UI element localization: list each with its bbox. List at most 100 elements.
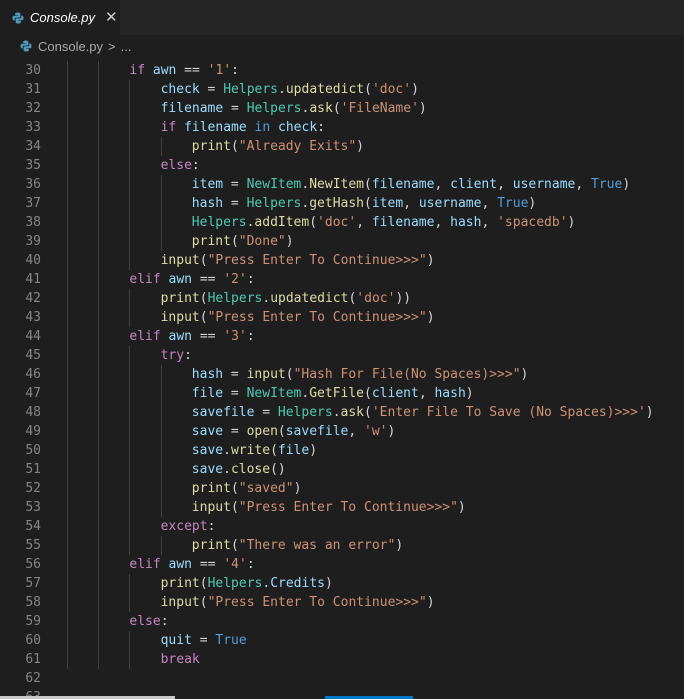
code-token: getHash xyxy=(309,196,365,211)
code-token: ( xyxy=(332,101,341,116)
code-token: input xyxy=(160,310,200,325)
code-token: awn xyxy=(168,329,193,344)
code-line[interactable]: 57 print(Helpers.Credits) xyxy=(0,574,684,593)
code-line[interactable]: 58 input("Press Enter To Continue>>>") xyxy=(0,593,684,612)
indent-guide xyxy=(129,194,131,213)
code-line[interactable]: 61 break xyxy=(0,650,684,669)
code-token: )) xyxy=(395,291,412,306)
code-line[interactable]: 34 print("Already Exits") xyxy=(0,137,684,156)
indent-guide xyxy=(67,194,68,213)
code-line[interactable]: 30 if awn == '1': xyxy=(0,61,684,80)
code-line[interactable]: 39 print("Done") xyxy=(0,232,684,251)
line-number: 58 xyxy=(25,595,41,610)
line-number: 45 xyxy=(25,348,41,363)
code-line[interactable]: 62 xyxy=(0,669,684,688)
code-text: print(Helpers.updatedict('doc')) xyxy=(161,289,412,308)
code-token: ( xyxy=(277,424,286,439)
code-line[interactable]: 41 elif awn == '2': xyxy=(0,270,684,289)
code-line[interactable]: 60 quit = True xyxy=(0,631,684,650)
indent-guide xyxy=(129,308,131,327)
indent-guide xyxy=(98,327,100,346)
code-text: else: xyxy=(129,612,168,631)
code-token: ( xyxy=(364,405,372,420)
code-token: NewItem xyxy=(309,177,365,192)
indent-guide xyxy=(67,498,68,517)
code-line[interactable]: 54 except: xyxy=(0,517,684,536)
code-line[interactable]: 35 else: xyxy=(0,156,684,175)
code-line[interactable]: 43 input("Press Enter To Continue>>>") xyxy=(0,308,684,327)
indent-guide xyxy=(67,384,68,403)
code-token: savefile xyxy=(191,405,255,420)
code-token: input xyxy=(160,253,200,268)
code-token: Helpers xyxy=(223,82,279,97)
code-line[interactable]: 53 input("Press Enter To Continue>>>") xyxy=(0,498,684,517)
code-line[interactable]: 31 check = Helpers.updatedict('doc') xyxy=(0,80,684,99)
indent-guide xyxy=(129,517,131,536)
indent-guide xyxy=(67,232,68,251)
tab-console-py[interactable]: Console.py ✕ xyxy=(0,0,120,35)
indent-guide xyxy=(160,232,162,251)
code-line[interactable]: 56 elif awn == '4': xyxy=(0,555,684,574)
code-token: , xyxy=(481,215,498,230)
code-token: ) xyxy=(567,215,576,230)
code-token: : xyxy=(246,557,255,572)
code-line[interactable]: 44 elif awn == '3': xyxy=(0,327,684,346)
code-line[interactable]: 52 print("saved") xyxy=(0,479,684,498)
code-token: , xyxy=(348,424,365,439)
code-line[interactable]: 42 print(Helpers.updatedict('doc')) xyxy=(0,289,684,308)
indent-guide xyxy=(129,346,131,365)
code-line[interactable]: 47 file = NewItem.GetFile(client, hash) xyxy=(0,384,684,403)
indent-guide xyxy=(129,232,131,251)
code-line[interactable]: 33 if filename in check: xyxy=(0,118,684,137)
indent-guide xyxy=(160,479,162,498)
code-token: open xyxy=(246,424,278,439)
indent-guide xyxy=(98,118,100,137)
code-editor[interactable]: 30 if awn == '1': 31 check = Helpers.update… xyxy=(0,44,684,699)
code-line[interactable]: 48 savefile = Helpers.ask('Enter File To … xyxy=(0,403,684,422)
code-line[interactable]: 46 hash = input("Hash For File(No Spaces)… xyxy=(0,365,684,384)
code-token: ask xyxy=(340,405,365,420)
code-token: ( xyxy=(199,595,208,610)
code-token: 'Enter File To Save (No Spaces)>>>' xyxy=(371,405,646,420)
code-line[interactable]: 37 hash = Helpers.getHash(item, username,… xyxy=(0,194,684,213)
indent-guide xyxy=(98,593,100,612)
code-token: ) xyxy=(457,500,466,515)
code-token: == xyxy=(192,557,224,572)
code-token: ( xyxy=(364,177,372,192)
indent-guide xyxy=(129,137,131,156)
close-icon[interactable]: ✕ xyxy=(105,10,118,25)
line-number: 59 xyxy=(25,614,41,629)
code-line[interactable]: 49 save = open(savefile, 'w') xyxy=(0,422,684,441)
code-token: "Press Enter To Continue>>>" xyxy=(238,500,458,515)
indent-guide xyxy=(98,365,100,384)
indent-guide xyxy=(98,574,100,593)
code-token: ( xyxy=(230,234,239,249)
indent-guide xyxy=(67,251,68,270)
code-token: . xyxy=(262,576,271,591)
code-text: print("Already Exits") xyxy=(192,137,364,156)
code-line[interactable]: 40 input("Press Enter To Continue>>>") xyxy=(0,251,684,270)
code-text: else: xyxy=(161,156,200,175)
code-text: print("There was an error") xyxy=(192,536,403,555)
code-line[interactable]: 59 else: xyxy=(0,612,684,631)
code-line[interactable]: 50 save.write(file) xyxy=(0,441,684,460)
code-line[interactable]: 55 print("There was an error") xyxy=(0,536,684,555)
code-token: , xyxy=(434,215,451,230)
indent-guide xyxy=(67,536,68,555)
code-token: ( xyxy=(230,481,239,496)
indent-guide xyxy=(129,213,131,232)
code-token: , xyxy=(481,196,498,211)
code-token: if xyxy=(160,120,177,135)
code-line[interactable]: 32 filename = Helpers.ask('FileName') xyxy=(0,99,684,118)
code-line[interactable]: 36 item = NewItem.NewItem(filename, clien… xyxy=(0,175,684,194)
indent-guide xyxy=(129,403,131,422)
code-token: filename xyxy=(160,101,224,116)
code-token: "Press Enter To Continue>>>" xyxy=(207,310,427,325)
code-line[interactable]: 51 save.close() xyxy=(0,460,684,479)
code-line[interactable]: 45 try: xyxy=(0,346,684,365)
code-token: ) xyxy=(324,576,333,591)
code-line[interactable]: 38 Helpers.addItem('doc', filename, hash,… xyxy=(0,213,684,232)
